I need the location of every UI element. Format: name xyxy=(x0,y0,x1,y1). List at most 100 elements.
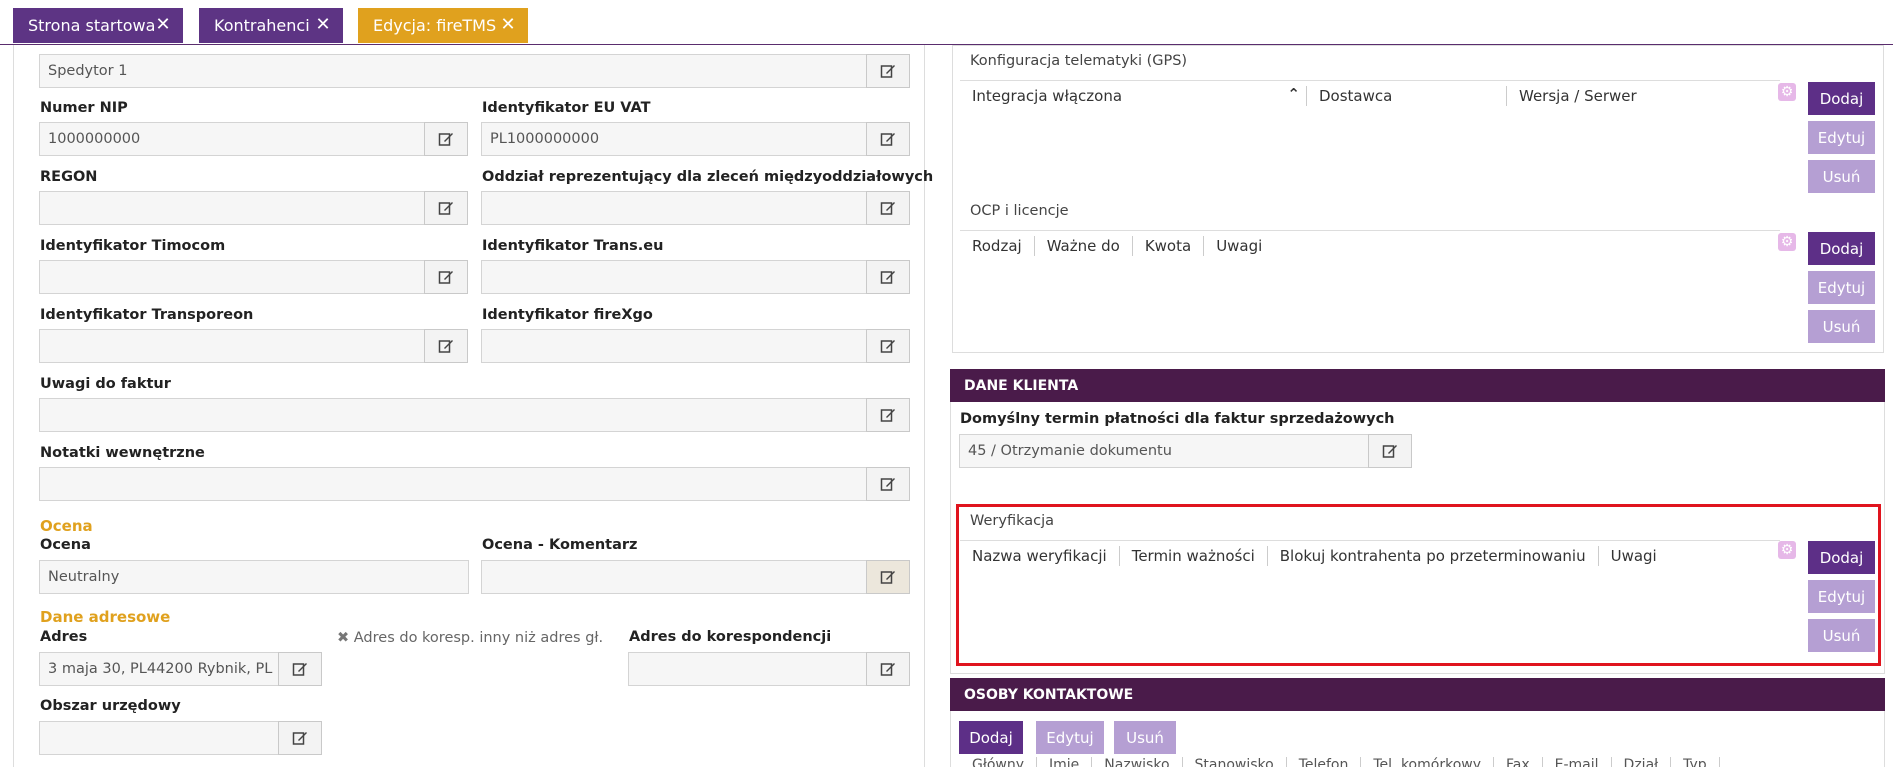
edit-address-button[interactable] xyxy=(278,652,322,686)
ocp-add-button[interactable]: Dodaj xyxy=(1808,232,1875,265)
branch-field[interactable] xyxy=(481,191,867,225)
edit-branch-button[interactable] xyxy=(866,191,910,225)
edit-nip-button[interactable] xyxy=(424,122,468,156)
euvat-value: PL1000000000 xyxy=(490,131,600,147)
gps-settings-gear-icon[interactable]: ⚙ xyxy=(1778,83,1796,101)
ocp-col-notes[interactable]: Uwagi xyxy=(1204,236,1274,256)
edit-timocom-button[interactable] xyxy=(424,260,468,294)
nip-label: Numer NIP xyxy=(40,100,128,116)
edit-invoice-notes-button[interactable] xyxy=(866,398,910,432)
ocp-col-amount[interactable]: Kwota xyxy=(1133,235,1205,256)
alt-address-checkbox-label: Adres do koresp. inny niż adres gł. xyxy=(353,630,604,646)
official-area-label: Obszar urzędowy xyxy=(40,698,181,714)
edit-forwarder-button[interactable] xyxy=(866,54,910,88)
gps-edit-button[interactable]: Edytuj xyxy=(1808,121,1875,154)
contacts-col-last-name[interactable]: Nazwisko xyxy=(1092,757,1183,767)
edit-payment-term-button[interactable] xyxy=(1368,434,1412,468)
firexgo-field[interactable] xyxy=(481,329,867,363)
corr-address-field[interactable] xyxy=(628,652,867,686)
close-icon[interactable]: ✕ xyxy=(313,15,333,35)
payment-term-label: Domyślny termin płatności dla faktur spr… xyxy=(960,411,1395,427)
ocp-col-valid-until[interactable]: Ważne do xyxy=(1035,235,1133,256)
rating-comment-field[interactable] xyxy=(481,560,867,594)
close-icon[interactable]: ✕ xyxy=(498,15,518,35)
transporeon-field[interactable] xyxy=(39,329,425,363)
edit-regon-button[interactable] xyxy=(424,191,468,225)
rating-field[interactable]: Neutralny xyxy=(39,560,469,594)
gps-add-button[interactable]: Dodaj xyxy=(1808,82,1875,115)
address-section-title: Dane adresowe xyxy=(40,608,171,626)
edit-corr-address-button[interactable] xyxy=(866,652,910,686)
tab-bar: Strona startowa ✕ Kontrahenci ✕ Edycja: … xyxy=(0,0,1893,45)
forwarder-value: Spedytor 1 xyxy=(48,63,128,79)
ocp-col-type[interactable]: Rodzaj xyxy=(960,235,1035,256)
ocp-grid-header: Rodzaj Ważne do Kwota Uwagi xyxy=(960,230,1780,260)
edit-internal-notes-button[interactable] xyxy=(866,467,910,501)
contacts-col-fax[interactable]: Fax xyxy=(1494,757,1543,767)
nip-value: 1000000000 xyxy=(48,131,141,147)
gps-col-version[interactable]: Wersja / Serwer xyxy=(1507,86,1649,106)
address-field[interactable]: 3 maja 30, PL44200 Rybnik, PL xyxy=(39,652,279,686)
euvat-label: Identyfikator EU VAT xyxy=(482,100,651,116)
contacts-header: OSOBY KONTAKTOWE xyxy=(950,678,1885,711)
edit-euvat-button[interactable] xyxy=(866,122,910,156)
client-data-header: DANE KLIENTA xyxy=(950,369,1885,402)
forwarder-field[interactable]: Spedytor 1 xyxy=(39,54,867,88)
contacts-edit-button[interactable]: Edytuj xyxy=(1036,721,1104,754)
alt-address-checkbox[interactable]: ✖ Adres do koresp. inny niż adres gł. xyxy=(337,630,603,646)
transeu-field[interactable] xyxy=(481,260,867,294)
edit-icon xyxy=(292,732,307,745)
regon-label: REGON xyxy=(40,169,98,185)
edit-transporeon-button[interactable] xyxy=(424,329,468,363)
invoice-notes-field[interactable] xyxy=(39,398,867,432)
tab-home[interactable]: Strona startowa ✕ xyxy=(13,8,183,43)
payment-term-field[interactable]: 45 / Otrzymanie dokumentu xyxy=(959,434,1369,468)
euvat-field[interactable]: PL1000000000 xyxy=(481,122,867,156)
ocp-edit-button[interactable]: Edytuj xyxy=(1808,271,1875,304)
contacts-col-first-name[interactable]: Imię xyxy=(1037,757,1093,767)
edit-icon xyxy=(438,271,453,284)
gps-delete-button[interactable]: Usuń xyxy=(1808,160,1875,193)
edit-icon xyxy=(880,202,895,215)
edit-icon xyxy=(880,409,895,422)
internal-notes-field[interactable] xyxy=(39,467,867,501)
ocp-title: OCP i licencje xyxy=(970,203,1069,219)
edit-icon xyxy=(880,65,895,78)
ocp-delete-button[interactable]: Usuń xyxy=(1808,310,1875,343)
edit-icon xyxy=(438,133,453,146)
ocp-settings-gear-icon[interactable]: ⚙ xyxy=(1778,233,1796,251)
edit-icon xyxy=(438,202,453,215)
edit-icon xyxy=(880,571,895,584)
contacts-col-phone[interactable]: Telefon xyxy=(1287,757,1362,767)
contacts-col-department[interactable]: Dział xyxy=(1612,757,1672,767)
edit-icon xyxy=(880,133,895,146)
firexgo-label: Identyfikator fireXgo xyxy=(482,307,653,323)
contacts-col-mobile[interactable]: Tel. komórkowy xyxy=(1361,757,1494,767)
contacts-col-main[interactable]: Główny xyxy=(960,757,1038,767)
tab-contractors[interactable]: Kontrahenci ✕ xyxy=(199,8,343,43)
edit-icon xyxy=(880,663,895,676)
address-label: Adres xyxy=(40,629,88,645)
contacts-add-button[interactable]: Dodaj xyxy=(959,721,1023,754)
contacts-col-email[interactable]: E-mail xyxy=(1543,757,1612,767)
edit-firexgo-button[interactable] xyxy=(866,329,910,363)
edit-transeu-button[interactable] xyxy=(866,260,910,294)
edit-icon xyxy=(438,340,453,353)
gps-col-enabled[interactable]: Integracja włączona ⌃ xyxy=(960,85,1307,106)
tab-contractors-label: Kontrahenci xyxy=(214,16,310,35)
official-area-field[interactable] xyxy=(39,721,279,755)
close-icon[interactable]: ✕ xyxy=(153,15,173,35)
nip-field[interactable]: 1000000000 xyxy=(39,122,425,156)
edit-official-area-button[interactable] xyxy=(278,721,322,755)
edit-rating-comment-button[interactable] xyxy=(866,560,910,594)
x-icon: ✖ xyxy=(337,630,350,646)
contacts-col-position[interactable]: Stanowisko xyxy=(1183,757,1287,767)
contacts-col-type[interactable]: Typ xyxy=(1671,757,1720,767)
timocom-field[interactable] xyxy=(39,260,425,294)
gps-col-provider[interactable]: Dostawca xyxy=(1307,85,1507,106)
tab-edit-label: Edycja: fireTMS xyxy=(373,16,497,35)
tab-edit-firetms[interactable]: Edycja: fireTMS ✕ xyxy=(358,8,528,43)
regon-field[interactable] xyxy=(39,191,425,225)
contacts-delete-button[interactable]: Usuń xyxy=(1114,721,1176,754)
gps-grid-header: Integracja włączona ⌃ Dostawca Wersja / S… xyxy=(960,80,1780,110)
